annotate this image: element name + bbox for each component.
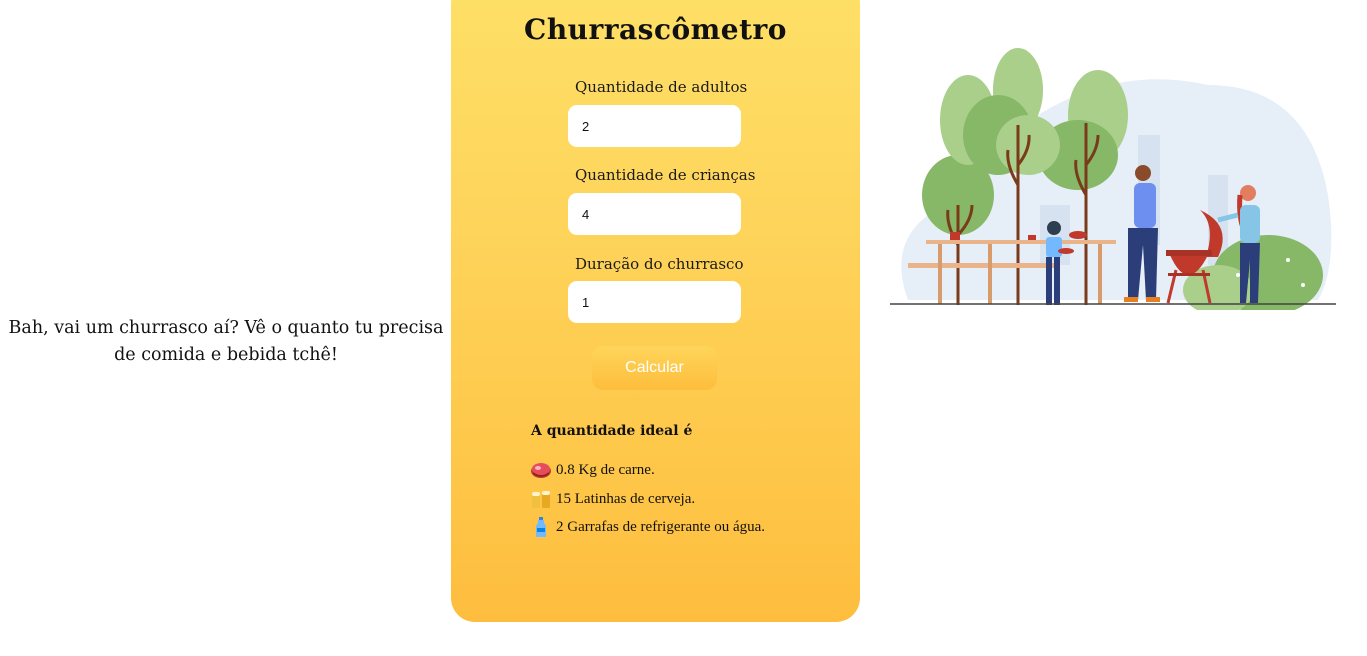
barbecue-illustration bbox=[888, 45, 1338, 315]
result-beer-text: 15 Latinhas de cerveja. bbox=[556, 490, 696, 507]
result-meat-text: 0.8 Kg de carne. bbox=[556, 461, 655, 478]
children-input[interactable] bbox=[568, 193, 741, 235]
tagline: Bah, vai um churrasco aí? Vê o quanto tu… bbox=[8, 318, 444, 365]
duration-input[interactable] bbox=[568, 281, 741, 323]
result-item-beer: 15 Latinhas de cerveja. bbox=[530, 488, 695, 510]
calculator-card: Churrascômetro Quantidade de adultos Qua… bbox=[451, 0, 860, 622]
bottle-icon bbox=[530, 516, 552, 538]
result-title: A quantidade ideal é bbox=[531, 423, 693, 439]
duration-label: Duração do churrasco bbox=[575, 255, 744, 273]
children-label: Quantidade de crianças bbox=[575, 166, 756, 184]
page-title: Churrascômetro bbox=[524, 13, 787, 46]
result-item-meat: 0.8 Kg de carne. bbox=[530, 459, 655, 481]
meat-icon bbox=[530, 459, 552, 481]
beer-icon bbox=[530, 488, 552, 510]
result-bottle-text: 2 Garrafas de refrigerante ou água. bbox=[556, 518, 766, 535]
adults-label: Quantidade de adultos bbox=[575, 78, 748, 96]
result-item-bottle: 2 Garrafas de refrigerante ou água. bbox=[530, 516, 765, 538]
adults-input[interactable] bbox=[568, 105, 741, 147]
calculate-button[interactable]: Calcular bbox=[592, 346, 717, 390]
